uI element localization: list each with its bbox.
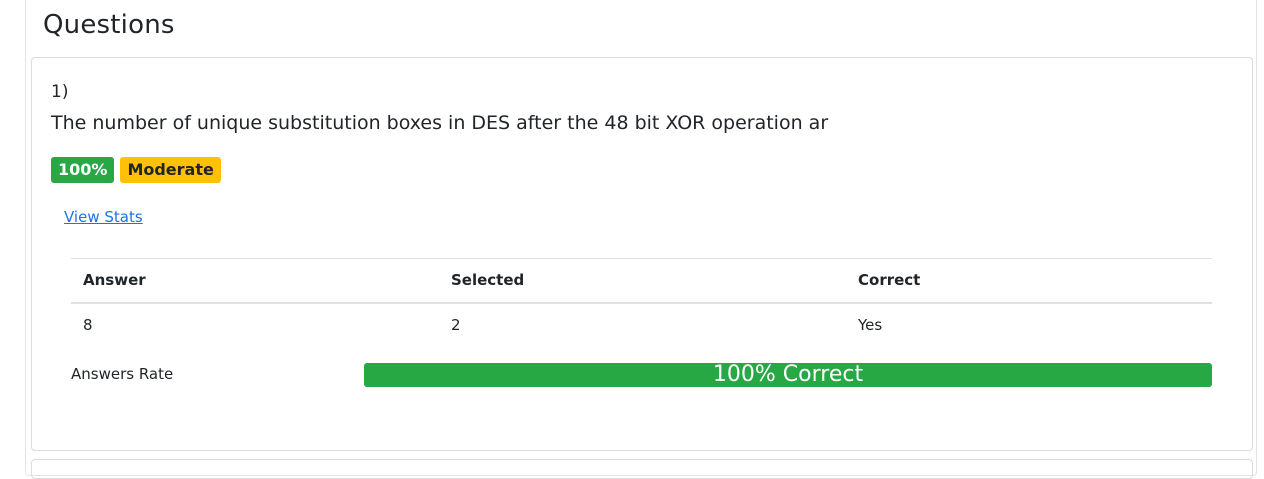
cell-selected: 2 (451, 316, 461, 334)
table-header-row: Answer Selected Correct (71, 258, 1212, 304)
table-row: 8 2 Yes (71, 303, 1212, 347)
answer-stats-table: Answer Selected Correct 8 2 Yes (71, 258, 1212, 347)
header-correct: Correct (846, 258, 1212, 304)
difficulty-badge: Moderate (120, 157, 221, 183)
percent-badge: 100% (51, 157, 115, 183)
answers-rate-progress: 100% Correct (364, 363, 1212, 387)
view-stats-link[interactable]: View Stats (64, 208, 143, 226)
question-badges: 100% Moderate (51, 157, 221, 183)
page-title: Questions (43, 10, 175, 40)
next-question-card (31, 459, 1253, 479)
header-answer: Answer (71, 258, 439, 304)
cell-correct: Yes (858, 316, 883, 334)
progress-fill: 100% Correct (364, 363, 1212, 387)
header-selected: Selected (439, 258, 846, 304)
question-number: 1) (51, 82, 69, 102)
answers-rate-label: Answers Rate (71, 365, 174, 383)
question-text: The number of unique substitution boxes … (51, 112, 829, 134)
cell-answer: 8 (83, 316, 93, 334)
